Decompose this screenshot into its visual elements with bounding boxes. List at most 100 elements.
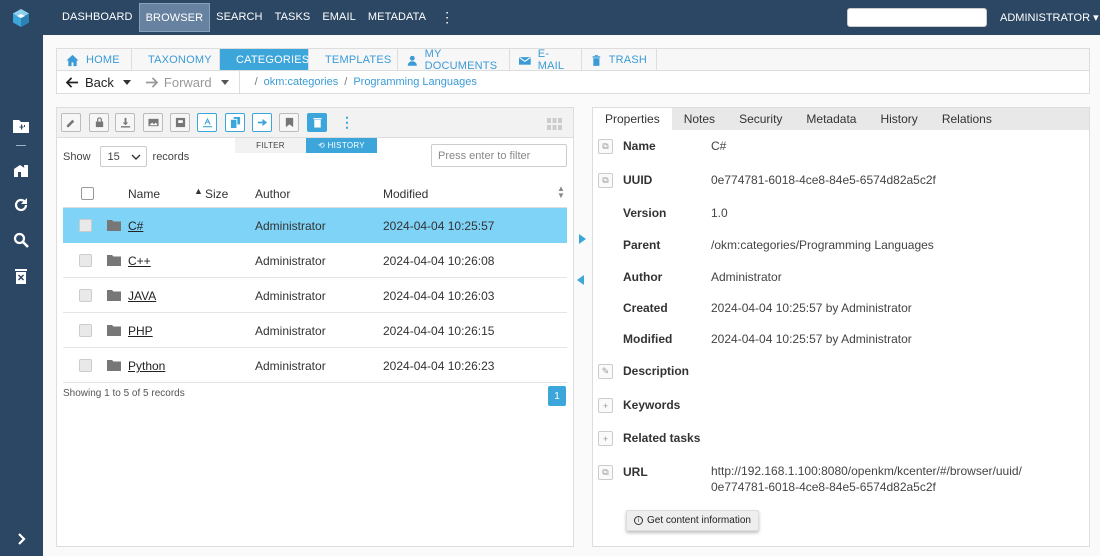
row-author: Administrator — [255, 289, 326, 303]
nav-email[interactable]: EMAIL — [316, 3, 362, 32]
sort-icon[interactable]: ▲ — [194, 186, 203, 196]
tab-home[interactable]: HOME — [57, 49, 132, 71]
page-button-1[interactable]: 1 — [548, 386, 566, 406]
tab-my-documents[interactable]: MY DOCUMENTS — [398, 48, 510, 72]
tab-trash[interactable]: TRASH — [582, 49, 657, 71]
delete-button[interactable] — [307, 113, 327, 132]
toolbar-more-icon[interactable]: ⋮ — [340, 114, 354, 131]
column-size[interactable]: Size — [205, 187, 228, 201]
page-size-select[interactable]: 15 — [99, 146, 147, 167]
add-task-icon[interactable]: + — [598, 431, 613, 446]
tab-templates[interactable]: TEMPLATES — [309, 49, 398, 71]
copy-icon[interactable]: ⧉ — [598, 173, 613, 188]
table-row[interactable]: C# Administrator 2024-04-04 10:25:57 — [63, 208, 567, 243]
edit-button[interactable] — [61, 113, 81, 132]
left-rail — [0, 0, 43, 556]
lock-button[interactable] — [89, 113, 109, 132]
search-icon[interactable] — [8, 229, 34, 251]
user-menu[interactable]: ADMINISTRATOR ▾ — [1000, 11, 1099, 24]
expand-chevron-icon[interactable] — [8, 528, 34, 550]
tab-taxonomy[interactable]: TAXONOMY — [132, 49, 220, 71]
image-button[interactable] — [143, 113, 163, 132]
tab-metadata[interactable]: Metadata — [794, 108, 868, 130]
table-header: Name ▲ Size Author Modified ▲ ▼ — [63, 178, 567, 208]
prop-label: Related tasks — [623, 431, 701, 445]
tab-relations[interactable]: Relations — [930, 108, 1004, 130]
row-name[interactable]: C++ — [128, 254, 151, 268]
row-checkbox[interactable] — [79, 324, 92, 337]
row-checkbox[interactable] — [79, 219, 92, 232]
table-row[interactable]: C++ Administrator 2024-04-04 10:26:08 — [63, 243, 567, 278]
records-summary: Showing 1 to 5 of 5 records — [63, 388, 185, 399]
bookmark-button[interactable] — [279, 113, 299, 132]
nav-tasks[interactable]: TASKS — [269, 3, 317, 32]
forward-button[interactable]: Forward — [145, 75, 229, 90]
column-author[interactable]: Author — [255, 187, 290, 201]
column-name[interactable]: Name — [128, 187, 160, 201]
row-name[interactable]: Python — [128, 359, 165, 373]
row-modified: 2024-04-04 10:26:03 — [383, 289, 495, 303]
row-name[interactable]: PHP — [128, 324, 153, 338]
filter-tab[interactable]: FILTER — [235, 138, 306, 153]
more-menu-icon[interactable]: ⋮ — [432, 3, 462, 32]
nav-metadata[interactable]: METADATA — [362, 3, 432, 32]
nav-search[interactable]: SEARCH — [210, 3, 268, 32]
back-dropdown-icon[interactable] — [122, 79, 131, 85]
breadcrumb-programming-languages[interactable]: Programming Languages — [353, 76, 477, 88]
text-icon — [202, 117, 212, 128]
row-name[interactable]: JAVA — [128, 289, 156, 303]
records-label: records — [152, 150, 190, 163]
tab-security[interactable]: Security — [727, 108, 794, 130]
page-size-control: Show 15 records — [63, 146, 189, 167]
history-tab[interactable]: ⟲ HISTORY — [306, 138, 377, 153]
select-all-checkbox[interactable] — [81, 187, 94, 200]
sort-both-icon[interactable]: ▲ ▼ — [557, 185, 565, 200]
row-checkbox[interactable] — [79, 359, 92, 372]
filter-input[interactable]: Press enter to filter — [431, 144, 567, 167]
tab-categories-label: CATEGORIES — [236, 54, 310, 66]
back-button[interactable]: Back — [57, 75, 131, 90]
nav-browser[interactable]: BROWSER — [138, 3, 211, 32]
column-modified[interactable]: Modified — [383, 187, 428, 201]
table-row[interactable]: PHP Administrator 2024-04-04 10:26:15 — [63, 313, 567, 348]
row-checkbox[interactable] — [79, 254, 92, 267]
folder-icon — [107, 325, 121, 336]
get-content-information-button[interactable]: i Get content information — [626, 510, 759, 531]
tab-history[interactable]: History — [868, 108, 929, 130]
row-checkbox[interactable] — [79, 289, 92, 302]
expand-right-icon[interactable] — [579, 234, 586, 244]
navigation-bar: Back Forward / okm:categories / Programm… — [56, 70, 1090, 94]
purge-trash-icon[interactable] — [8, 265, 34, 287]
move-icon — [257, 118, 267, 127]
global-search-input[interactable] — [847, 8, 987, 27]
caret-down-icon: ▾ — [1093, 12, 1099, 24]
move-button[interactable] — [252, 113, 272, 132]
tab-email[interactable]: E-MAIL — [510, 48, 582, 72]
prop-value: 2024-04-04 10:25:57 by Administrator — [711, 332, 912, 346]
refresh-icon[interactable] — [8, 194, 34, 216]
info-icon: i — [634, 516, 643, 525]
archive-button[interactable] — [170, 113, 190, 132]
table-row[interactable]: Python Administrator 2024-04-04 10:26:23 — [63, 348, 567, 383]
prop-url-value[interactable]: http://192.168.1.100:8080/openkm/kcenter… — [711, 463, 1022, 495]
forward-dropdown-icon[interactable] — [220, 79, 229, 85]
row-name[interactable]: C# — [128, 219, 143, 233]
text-style-button[interactable] — [197, 113, 217, 132]
breadcrumb-categories[interactable]: okm:categories — [264, 76, 339, 88]
tab-notes[interactable]: Notes — [672, 108, 727, 130]
stores-icon[interactable] — [8, 159, 34, 181]
copy-icon[interactable]: ⧉ — [598, 465, 613, 480]
table-row[interactable]: JAVA Administrator 2024-04-04 10:26:03 — [63, 278, 567, 313]
copy-icon[interactable]: ⧉ — [598, 139, 613, 154]
nav-dashboard[interactable]: DASHBOARD — [56, 3, 139, 32]
add-keyword-icon[interactable]: + — [598, 398, 613, 413]
prop-value: C# — [711, 139, 727, 153]
expand-left-icon[interactable] — [577, 275, 584, 285]
download-button[interactable] — [115, 113, 135, 132]
copy-button[interactable] — [225, 113, 245, 132]
new-folder-icon[interactable] — [8, 115, 34, 137]
grid-view-icon[interactable] — [547, 118, 562, 130]
edit-description-icon[interactable]: ✎ — [598, 364, 613, 379]
tab-properties[interactable]: Properties — [593, 108, 672, 130]
tab-categories[interactable]: CATEGORIES — [220, 49, 309, 71]
